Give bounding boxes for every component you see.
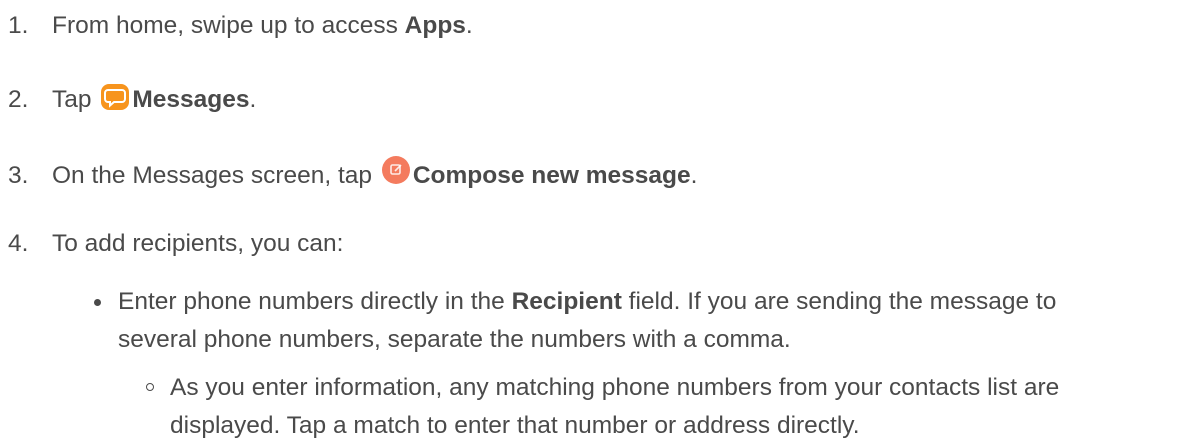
step-text-end: . — [465, 12, 473, 39]
step-bold-text: Compose new message — [412, 162, 691, 189]
step-text-end: . — [690, 162, 698, 189]
step-bold-text: Messages — [132, 86, 250, 113]
list-item: Enter phone numbers directly in the Reci… — [92, 283, 1172, 359]
step-text: To add recipients, you can: — [52, 230, 344, 257]
bullet-dot — [94, 299, 101, 306]
step-text-end: . — [249, 86, 257, 113]
step-number: 3. — [8, 162, 29, 189]
step-number: 4. — [8, 230, 29, 257]
bullet-list: Enter phone numbers directly in the Reci… — [92, 283, 1172, 359]
step-bold-text: Apps — [404, 12, 466, 39]
sub-bullet-text-line1: As you enter information, any matching p… — [170, 374, 1060, 401]
step-1: 1. From home, swipe up to access Apps. — [8, 10, 473, 42]
sub-bullet-list: As you enter information, any matching p… — [144, 369, 1174, 445]
bullet-text: Enter phone numbers directly in the — [118, 288, 512, 315]
step-number: 2. — [8, 86, 29, 113]
bullet-text-cont: field. If you are sending the message to — [621, 288, 1057, 315]
step-text: Tap — [52, 86, 99, 113]
step-text: From home, swipe up to access — [52, 12, 405, 39]
list-item: As you enter information, any matching p… — [144, 369, 1174, 445]
step-number: 1. — [8, 12, 29, 39]
sub-bullet-circle — [146, 383, 154, 391]
step-text: On the Messages screen, tap — [52, 162, 379, 189]
step-4: 4. To add recipients, you can: — [8, 228, 343, 260]
step-3: 3. On the Messages screen, tap Compose ne… — [8, 155, 697, 194]
bullet-bold-text: Recipient — [511, 288, 622, 315]
sub-bullet-text-line2: displayed. Tap a match to enter that num… — [170, 412, 860, 439]
messages-app-icon — [100, 83, 130, 120]
step-2: 2. Tap Messages. — [8, 83, 256, 120]
compose-new-message-icon — [381, 155, 411, 194]
bullet-text-line2: several phone numbers, separate the numb… — [118, 326, 791, 353]
